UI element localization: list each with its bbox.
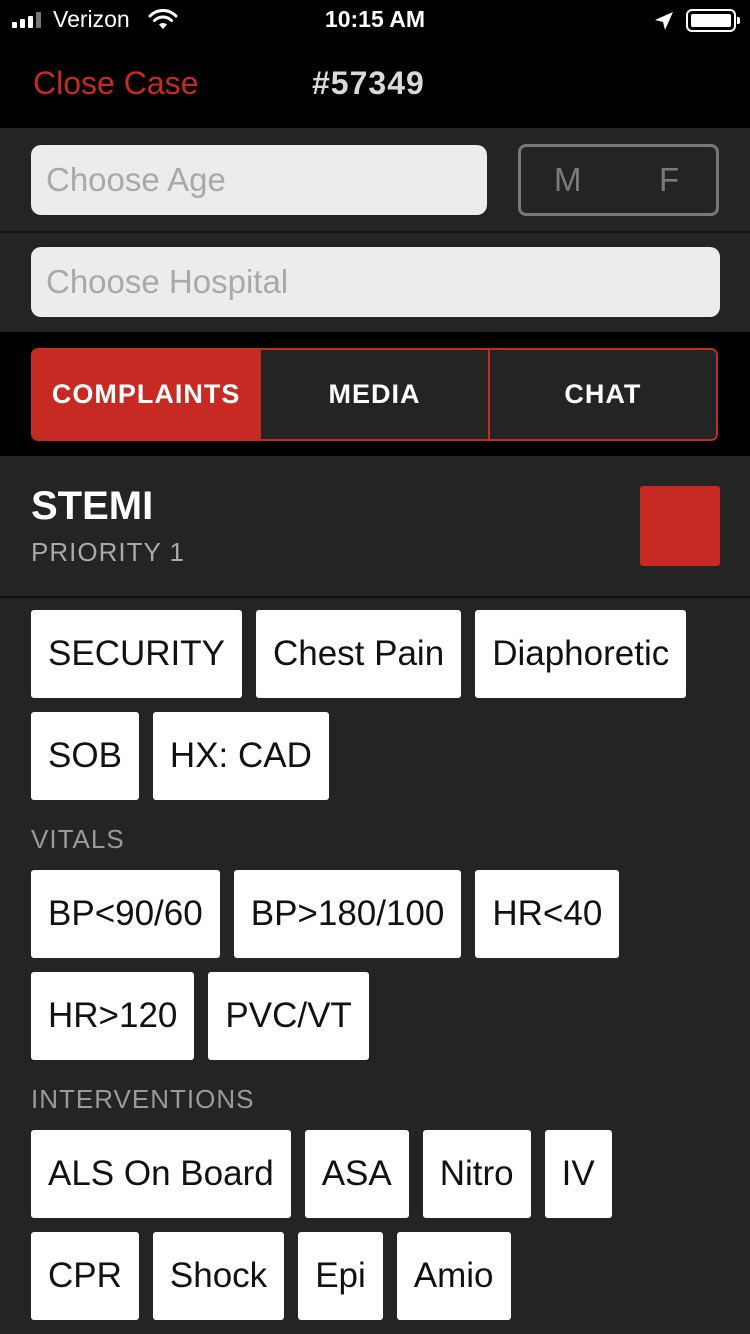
age-sex-row: Choose Age M F: [0, 128, 750, 233]
hospital-row: Choose Hospital: [0, 233, 750, 332]
tag-hx-cad[interactable]: HX: CAD: [152, 712, 329, 800]
sex-selector[interactable]: M F: [518, 144, 719, 216]
tag-bp-low[interactable]: BP<90/60: [31, 870, 220, 958]
tag-bp-high[interactable]: BP>180/100: [233, 870, 462, 958]
condition-title: STEMI: [31, 484, 154, 528]
tab-bar: COMPLAINTS MEDIA CHAT: [0, 332, 750, 456]
nav-bar: Close Case #57349: [0, 40, 750, 128]
condition-header: STEMI PRIORITY 1: [0, 456, 750, 598]
tag-shock[interactable]: Shock: [152, 1232, 285, 1320]
tab-complaints[interactable]: COMPLAINTS: [33, 350, 260, 439]
location-arrow-icon: [655, 12, 673, 30]
tag-als-on-board[interactable]: ALS On Board: [31, 1130, 291, 1218]
tag-security[interactable]: SECURITY: [31, 610, 242, 698]
close-case-button[interactable]: Close Case: [33, 65, 198, 102]
tag-cpr[interactable]: CPR: [31, 1232, 139, 1320]
interventions-section: ALS On Board ASA Nitro IV CPR Shock Epi …: [31, 1130, 731, 1320]
hospital-picker[interactable]: Choose Hospital: [31, 247, 720, 317]
vitals-label: VITALS: [31, 824, 125, 854]
segmented-control: COMPLAINTS MEDIA CHAT: [31, 348, 718, 441]
tag-pvc-vt[interactable]: PVC/VT: [208, 972, 369, 1060]
condition-color-button[interactable]: [640, 486, 720, 566]
condition-priority: PRIORITY 1: [31, 537, 186, 567]
status-bar: Verizon 10:15 AM: [0, 0, 750, 40]
tag-chest-pain[interactable]: Chest Pain: [255, 610, 462, 698]
complaints-section: SECURITY Chest Pain Diaphoretic SOB HX: …: [31, 610, 731, 800]
tag-hr-low[interactable]: HR<40: [475, 870, 620, 958]
tag-sob[interactable]: SOB: [31, 712, 139, 800]
tag-nitro[interactable]: Nitro: [422, 1130, 531, 1218]
tag-epi[interactable]: Epi: [298, 1232, 383, 1320]
sex-female-option[interactable]: F: [659, 161, 679, 199]
tag-hr-high[interactable]: HR>120: [31, 972, 195, 1060]
tag-asa[interactable]: ASA: [304, 1130, 409, 1218]
battery-icon: [686, 9, 740, 32]
tag-diaphoretic[interactable]: Diaphoretic: [475, 610, 687, 698]
tag-amio[interactable]: Amio: [396, 1232, 511, 1320]
age-picker[interactable]: Choose Age: [31, 145, 487, 215]
sex-male-option[interactable]: M: [554, 161, 582, 199]
status-time: 10:15 AM: [324, 6, 426, 32]
vitals-section: BP<90/60 BP>180/100 HR<40 HR>120 PVC/VT: [31, 870, 731, 1060]
tab-media[interactable]: MEDIA: [259, 350, 488, 439]
tag-iv[interactable]: IV: [544, 1130, 612, 1218]
interventions-label: INTERVENTIONS: [31, 1084, 255, 1114]
case-number: #57349: [312, 65, 425, 101]
tab-chat[interactable]: CHAT: [487, 350, 716, 439]
